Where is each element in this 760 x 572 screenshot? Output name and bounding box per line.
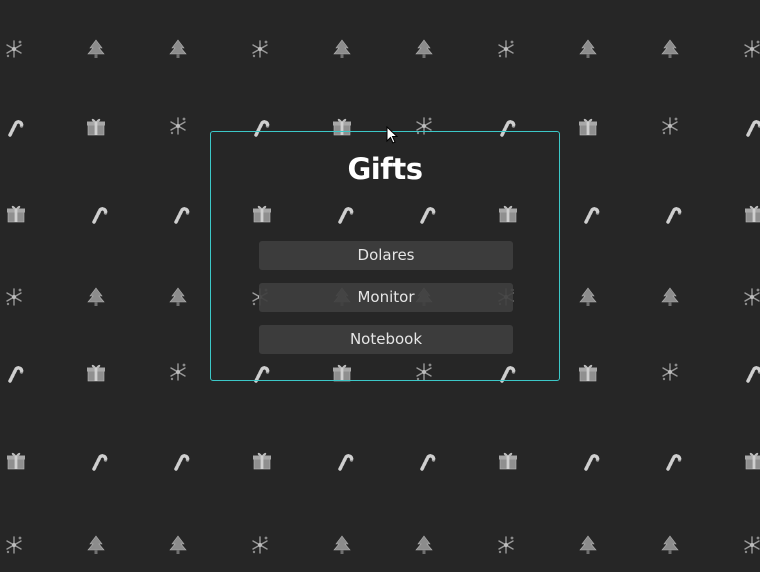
- tree-icon: [167, 534, 189, 556]
- tree-icon: [413, 534, 435, 556]
- snowflake-icon: [741, 534, 760, 556]
- candy-cane-icon: [661, 202, 683, 224]
- gift-icon: [85, 361, 107, 383]
- candy-cane-icon: [333, 449, 355, 471]
- snowflake-icon: [741, 286, 760, 308]
- option-notebook-button[interactable]: Notebook: [259, 325, 513, 354]
- candy-cane-icon: [579, 202, 601, 224]
- snowflake-icon: [741, 38, 760, 60]
- candy-cane-icon: [87, 202, 109, 224]
- tree-icon: [85, 286, 107, 308]
- tree-icon: [167, 38, 189, 60]
- tree-icon: [85, 38, 107, 60]
- snowflake-icon: [167, 361, 189, 383]
- candy-cane-icon: [169, 202, 191, 224]
- snowflake-icon: [3, 286, 25, 308]
- tree-icon: [577, 286, 599, 308]
- gift-icon: [251, 449, 273, 471]
- snowflake-icon: [3, 38, 25, 60]
- tree-icon: [331, 38, 353, 60]
- candy-cane-icon: [169, 449, 191, 471]
- candy-cane-icon: [87, 449, 109, 471]
- tree-icon: [413, 38, 435, 60]
- gift-icon: [5, 202, 27, 224]
- snowflake-icon: [495, 534, 517, 556]
- candy-cane-icon: [3, 115, 25, 137]
- dialog-title: Gifts: [347, 152, 423, 186]
- gift-icon: [743, 449, 760, 471]
- gift-icon: [743, 202, 760, 224]
- tree-icon: [659, 38, 681, 60]
- tree-icon: [659, 286, 681, 308]
- gift-icon: [577, 361, 599, 383]
- gift-icon: [85, 115, 107, 137]
- snowflake-icon: [495, 38, 517, 60]
- tree-icon: [167, 286, 189, 308]
- tree-icon: [659, 534, 681, 556]
- gift-icon: [577, 115, 599, 137]
- candy-cane-icon: [741, 361, 760, 383]
- snowflake-icon: [249, 38, 271, 60]
- candy-cane-icon: [661, 449, 683, 471]
- snowflake-icon: [249, 534, 271, 556]
- candy-cane-icon: [579, 449, 601, 471]
- tree-icon: [85, 534, 107, 556]
- tree-icon: [577, 534, 599, 556]
- tree-icon: [577, 38, 599, 60]
- snowflake-icon: [167, 115, 189, 137]
- tree-icon: [331, 534, 353, 556]
- gifts-dialog: Gifts Dolares Monitor Notebook: [210, 131, 560, 381]
- gift-icon: [5, 449, 27, 471]
- candy-cane-icon: [3, 361, 25, 383]
- gift-icon: [497, 449, 519, 471]
- option-monitor-button[interactable]: Monitor: [259, 283, 513, 312]
- snowflake-icon: [659, 361, 681, 383]
- option-dolares-button[interactable]: Dolares: [259, 241, 513, 270]
- snowflake-icon: [3, 534, 25, 556]
- mouse-cursor-icon: [386, 126, 398, 144]
- snowflake-icon: [659, 115, 681, 137]
- candy-cane-icon: [741, 115, 760, 137]
- candy-cane-icon: [415, 449, 437, 471]
